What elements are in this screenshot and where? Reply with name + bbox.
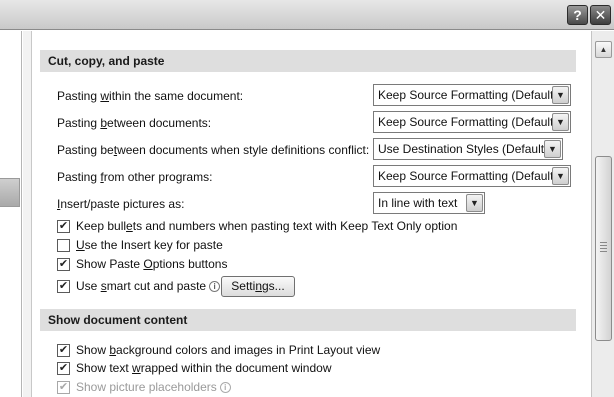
chevron-down-icon: ▼: [552, 167, 569, 185]
paste-within-document-select[interactable]: Keep Source Formatting (Default) ▼: [373, 84, 571, 106]
checkbox-empty-icon: [57, 239, 70, 252]
paste-between-documents-select[interactable]: Keep Source Formatting (Default) ▼: [373, 111, 571, 133]
check-icon: ✔: [57, 258, 70, 271]
vertical-scrollbar[interactable]: ▲: [591, 31, 614, 397]
help-button[interactable]: ?: [567, 5, 588, 25]
chevron-down-icon: ▼: [466, 194, 483, 212]
info-icon: i: [219, 382, 231, 393]
dialog-title-bar: ? ✕: [0, 0, 614, 30]
check-icon: ✔: [57, 344, 70, 357]
check-icon: ✔: [57, 362, 70, 375]
info-icon: i: [209, 281, 221, 292]
paste-other-programs-label: Pasting from other programs:: [57, 170, 213, 184]
paste-style-conflict-select[interactable]: Use Destination Styles (Default) ▼: [373, 138, 563, 160]
insert-pictures-as-label: Insert/paste pictures as:: [57, 197, 185, 211]
check-icon: ✔: [57, 220, 70, 233]
scrollbar-thumb[interactable]: [595, 156, 612, 341]
check-icon: ✔: [57, 381, 70, 394]
options-content: Cut, copy, and paste Pasting within the …: [33, 31, 591, 397]
section-header-show-document-content: Show document content: [40, 309, 576, 331]
pane-divider: [23, 31, 32, 397]
paste-other-programs-select[interactable]: Keep Source Formatting (Default) ▼: [373, 165, 571, 187]
settings-button[interactable]: Settings...: [221, 276, 295, 297]
category-pane: [0, 31, 22, 397]
chevron-down-icon: ▼: [552, 113, 569, 131]
chevron-down-icon: ▼: [544, 140, 561, 158]
paste-between-documents-label: Pasting between documents:: [57, 116, 212, 130]
close-button[interactable]: ✕: [590, 5, 611, 25]
paste-style-conflict-label: Pasting between documents when style def…: [57, 143, 370, 157]
check-icon: ✔: [57, 280, 70, 293]
section-header-cut-copy-paste: Cut, copy, and paste: [40, 50, 576, 72]
grip-icon: [600, 245, 607, 246]
insert-pictures-as-select[interactable]: In line with text ▼: [373, 192, 485, 214]
paste-within-document-label: Pasting within the same document:: [57, 89, 244, 103]
scroll-up-icon[interactable]: ▲: [595, 41, 612, 58]
category-pane-selected-item[interactable]: [0, 178, 20, 207]
chevron-down-icon: ▼: [552, 86, 569, 104]
